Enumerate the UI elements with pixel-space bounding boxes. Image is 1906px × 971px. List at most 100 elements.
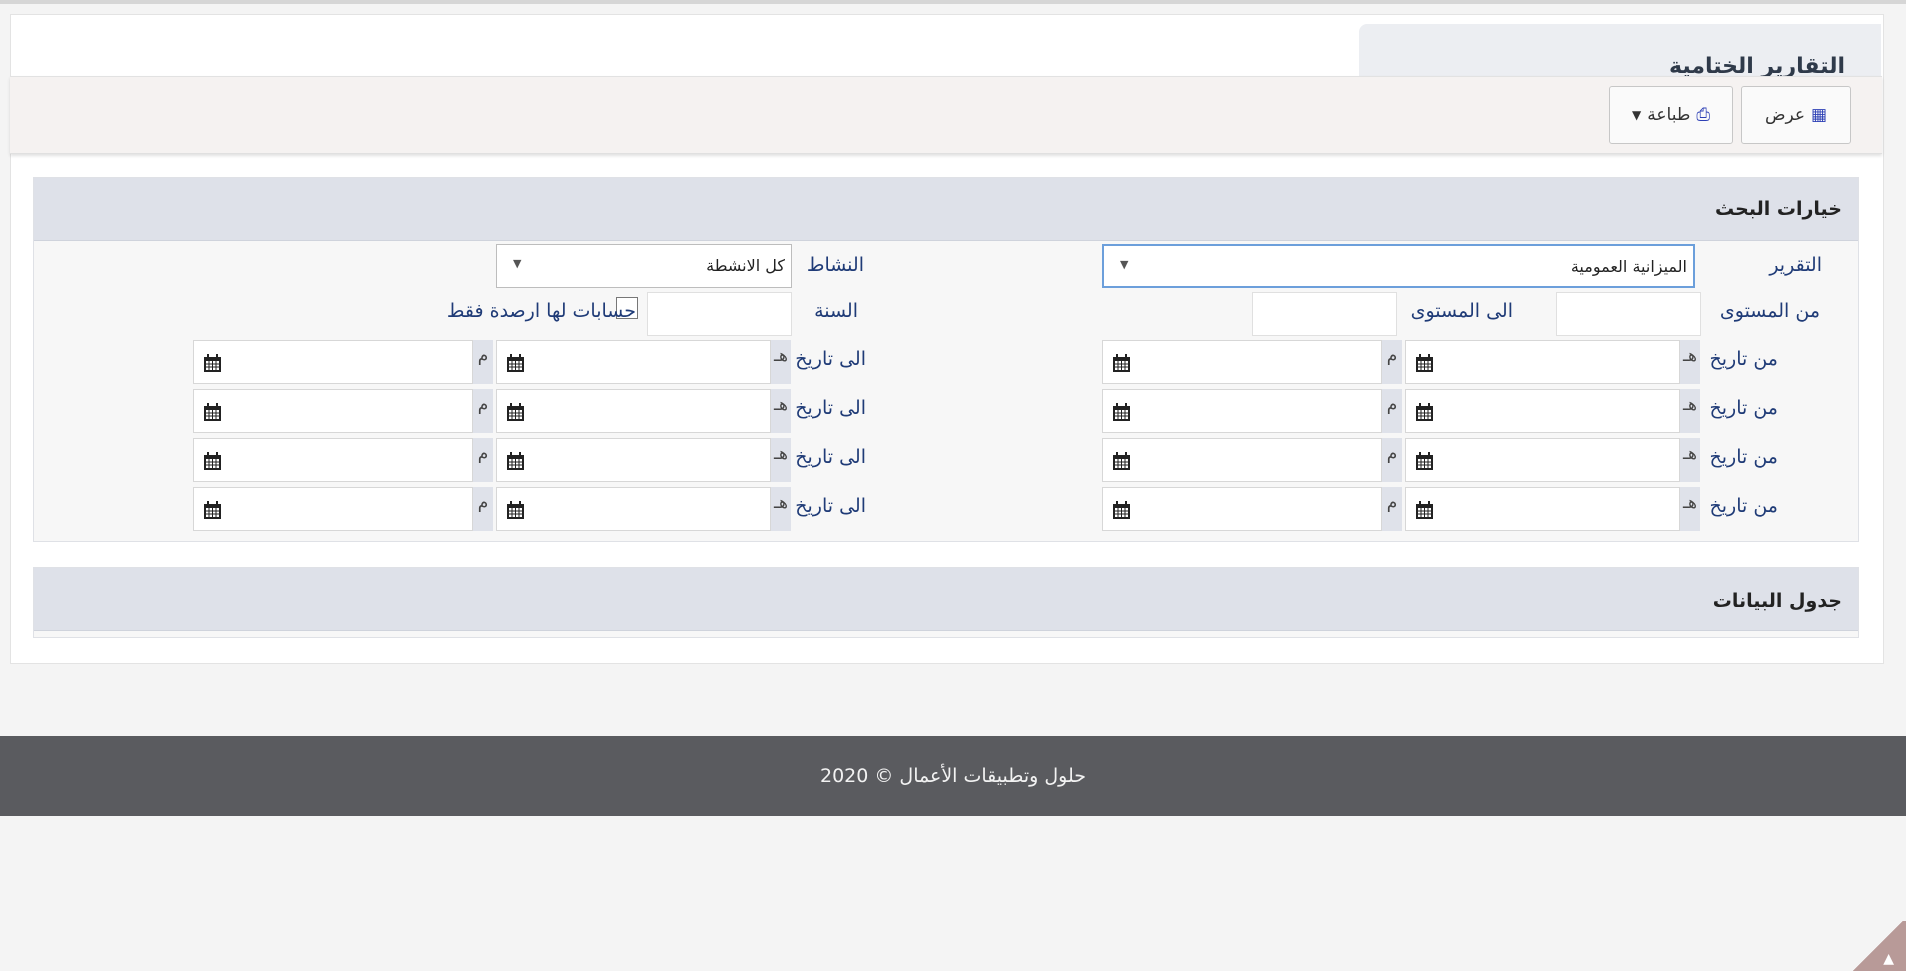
data-table-title: جدول البيانات xyxy=(1712,590,1842,612)
from-date-label: من تاريخ xyxy=(1709,446,1779,468)
calendar-icon[interactable] xyxy=(1416,452,1433,470)
gregorian-addon: م xyxy=(473,438,493,482)
to-date-label: الى تاريخ xyxy=(795,495,866,517)
to-date-hijri: هـ xyxy=(496,487,791,531)
from-date-gregorian: م xyxy=(1102,438,1402,482)
caret-down-icon: ▼ xyxy=(1120,258,1129,271)
from-date-hijri: هـ xyxy=(1405,389,1700,433)
gregorian-addon: م xyxy=(1382,438,1402,482)
calendar-icon[interactable] xyxy=(1416,501,1433,519)
calendar-icon[interactable] xyxy=(1113,403,1130,421)
only-balances-label: حسابات لها ارصدة فقط xyxy=(446,300,636,322)
from-date-hijri-input[interactable] xyxy=(1405,389,1680,433)
calendar-icon[interactable] xyxy=(1416,403,1433,421)
from-date-gregorian-input[interactable] xyxy=(1102,487,1382,531)
table-icon: ▦ xyxy=(1811,105,1828,125)
from-date-hijri-input[interactable] xyxy=(1405,340,1680,384)
from-date-label: من تاريخ xyxy=(1709,348,1779,370)
from-date-gregorian-input[interactable] xyxy=(1102,389,1382,433)
calendar-icon[interactable] xyxy=(204,354,221,372)
from-date-gregorian: م xyxy=(1102,389,1402,433)
report-select[interactable]: الميزانية العمومية ▼ xyxy=(1102,244,1695,288)
hijri-addon: هـ xyxy=(771,438,791,482)
from-date-gregorian-input[interactable] xyxy=(1102,438,1382,482)
hijri-addon: هـ xyxy=(1680,340,1700,384)
activity-label: النشاط xyxy=(806,254,864,276)
report-select-value: الميزانية العمومية xyxy=(1570,257,1687,276)
hijri-addon: هـ xyxy=(1680,389,1700,433)
calendar-icon[interactable] xyxy=(1113,501,1130,519)
hijri-addon: هـ xyxy=(1680,487,1700,531)
toolbar: ▦ عرض ⎙ طباعة ▼ xyxy=(10,76,1882,154)
report-label: التقرير xyxy=(1769,254,1822,276)
hijri-addon: هـ xyxy=(1680,438,1700,482)
from-date-hijri-input[interactable] xyxy=(1405,438,1680,482)
to-date-hijri-input[interactable] xyxy=(496,340,771,384)
footer: 2020 © حلول وتطبيقات الأعمال xyxy=(0,736,1906,816)
print-button-label: طباعة xyxy=(1647,105,1691,125)
to-date-hijri-input[interactable] xyxy=(496,438,771,482)
from-level-input[interactable] xyxy=(1556,292,1701,336)
footer-text: 2020 © حلول وتطبيقات الأعمال xyxy=(819,765,1086,787)
print-dropdown-button[interactable]: ⎙ طباعة ▼ xyxy=(1609,86,1733,144)
view-button-label: عرض xyxy=(1764,105,1806,125)
from-date-hijri: هـ xyxy=(1405,487,1700,531)
calendar-icon[interactable] xyxy=(204,403,221,421)
from-date-hijri: هـ xyxy=(1405,340,1700,384)
data-table-panel: جدول البيانات xyxy=(33,567,1859,638)
to-date-hijri-input[interactable] xyxy=(496,389,771,433)
from-date-hijri-input[interactable] xyxy=(1405,487,1680,531)
to-level-input[interactable] xyxy=(1252,292,1397,336)
from-date-gregorian-input[interactable] xyxy=(1102,340,1382,384)
to-date-gregorian-input[interactable] xyxy=(193,487,473,531)
top-border xyxy=(0,0,1906,4)
caret-down-icon: ▼ xyxy=(1632,108,1642,122)
gregorian-addon: م xyxy=(1382,487,1402,531)
to-date-gregorian: م xyxy=(193,487,493,531)
hijri-addon: هـ xyxy=(771,389,791,433)
calendar-icon[interactable] xyxy=(204,501,221,519)
view-button[interactable]: ▦ عرض xyxy=(1741,86,1851,144)
calendar-icon[interactable] xyxy=(1416,354,1433,372)
search-options-panel: خيارات البحث التقرير الميزانية العمومية … xyxy=(33,177,1859,542)
to-date-hijri: هـ xyxy=(496,340,791,384)
data-table-header: جدول البيانات xyxy=(34,568,1858,631)
calendar-icon[interactable] xyxy=(1113,452,1130,470)
calendar-icon[interactable] xyxy=(1113,354,1130,372)
to-date-gregorian-input[interactable] xyxy=(193,438,473,482)
to-date-gregorian-input[interactable] xyxy=(193,340,473,384)
to-date-gregorian-input[interactable] xyxy=(193,389,473,433)
calendar-icon[interactable] xyxy=(507,452,524,470)
gregorian-addon: م xyxy=(473,340,493,384)
hijri-addon: هـ xyxy=(771,340,791,384)
activity-select[interactable]: كل الانشطة ▼ xyxy=(496,244,792,288)
to-date-gregorian: م xyxy=(193,438,493,482)
year-label: السنة xyxy=(814,300,858,322)
from-date-label: من تاريخ xyxy=(1709,495,1779,517)
gregorian-addon: م xyxy=(1382,389,1402,433)
to-date-hijri-input[interactable] xyxy=(496,487,771,531)
year-input[interactable] xyxy=(647,292,792,336)
calendar-icon[interactable] xyxy=(507,403,524,421)
to-date-label: الى تاريخ xyxy=(795,397,866,419)
search-options-header: خيارات البحث xyxy=(34,178,1858,241)
search-options-title: خيارات البحث xyxy=(1715,198,1842,220)
arrow-up-icon: ▲ xyxy=(1883,951,1894,967)
from-date-hijri: هـ xyxy=(1405,438,1700,482)
to-date-label: الى تاريخ xyxy=(795,446,866,468)
to-date-gregorian: م xyxy=(193,340,493,384)
from-level-label: من المستوى xyxy=(1719,300,1820,322)
activity-select-value: كل الانشطة xyxy=(706,256,785,275)
from-date-gregorian: م xyxy=(1102,340,1402,384)
to-date-hijri: هـ xyxy=(496,438,791,482)
hijri-addon: هـ xyxy=(771,487,791,531)
to-date-hijri: هـ xyxy=(496,389,791,433)
calendar-icon[interactable] xyxy=(507,354,524,372)
to-date-gregorian: م xyxy=(193,389,493,433)
calendar-icon[interactable] xyxy=(204,452,221,470)
calendar-icon[interactable] xyxy=(507,501,524,519)
gregorian-addon: م xyxy=(473,487,493,531)
page-tab: التقارير الختامية xyxy=(1359,24,1881,79)
to-date-label: الى تاريخ xyxy=(795,348,866,370)
scroll-top-button[interactable]: ▲ xyxy=(1850,921,1906,971)
